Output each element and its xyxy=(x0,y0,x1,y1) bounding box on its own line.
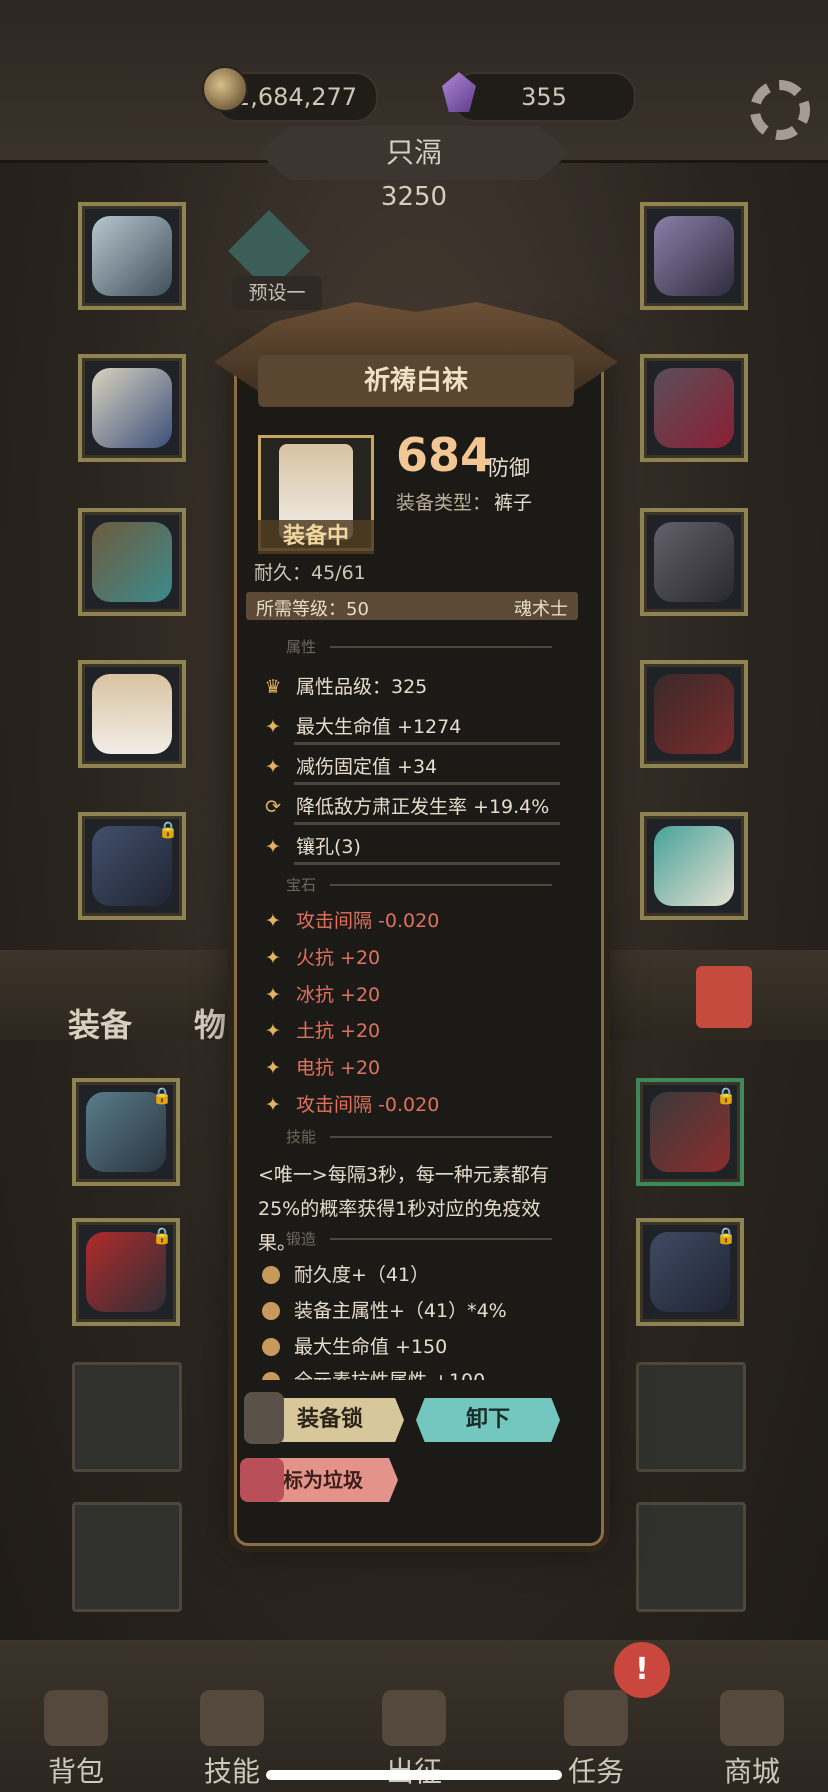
nav-label: 背包 xyxy=(47,1755,104,1788)
unequip-button[interactable]: 卸下 xyxy=(416,1398,560,1442)
forge-row: 全元素抗性属性 +100 xyxy=(262,1366,485,1380)
junk-icon xyxy=(240,1458,284,1502)
nav-backpack[interactable]: 背包 xyxy=(16,1690,136,1790)
lock-icon: 🔒 xyxy=(716,1226,736,1245)
coin-amount: 2,684,277 xyxy=(234,83,358,111)
cycle-icon: ⟳ xyxy=(265,796,281,818)
gem-counter: 355 xyxy=(452,72,636,122)
gear-icon[interactable] xyxy=(750,80,810,140)
attribute-row: ⟳ 降低敌方肃正发生率 +19.4% xyxy=(262,792,560,825)
equipped-tag: 装备中 xyxy=(258,520,374,554)
star-icon: ✦ xyxy=(265,947,281,969)
power-score: 3250 xyxy=(380,182,448,212)
equip-slot-amulet[interactable] xyxy=(640,660,748,768)
gem-row: ✦ 攻击间隔 -0.020 xyxy=(262,906,439,933)
quest-scroll-icon xyxy=(564,1690,628,1746)
quest-alert-badge: ! xyxy=(614,1642,670,1698)
grade-icon: ♛ xyxy=(264,676,282,698)
coin-icon xyxy=(202,66,248,112)
equip-slot-gloves[interactable] xyxy=(78,508,186,616)
attribute-row: ✦ 最大生命值 +1274 xyxy=(262,712,560,745)
lock-icon: 🔒 xyxy=(716,1086,736,1105)
star-icon: ✦ xyxy=(265,984,281,1006)
equip-slot-weapon[interactable] xyxy=(640,202,748,310)
nav-shop[interactable]: 商城 xyxy=(692,1690,812,1790)
attribute-row: ✦ 镶孔(3) xyxy=(262,832,560,865)
shop-icon xyxy=(720,1690,784,1746)
equip-slot-offhand[interactable] xyxy=(640,354,748,462)
star-icon: ✦ xyxy=(265,716,281,738)
backpack-icon xyxy=(44,1690,108,1746)
skill-book-icon xyxy=(200,1690,264,1746)
forge-row: 最大生命值 +150 xyxy=(262,1332,447,1359)
forge-dot-icon xyxy=(262,1338,280,1356)
section-gems: 宝石 xyxy=(286,874,572,896)
lock-icon: 🔒 xyxy=(158,820,178,839)
equip-slot-boots[interactable]: 🔒 xyxy=(78,812,186,920)
nav-label: 商城 xyxy=(723,1755,780,1788)
character-name: 只滆 xyxy=(385,136,442,169)
section-attributes: 属性 xyxy=(286,636,572,658)
required-level: 所需等级：50 xyxy=(256,599,369,620)
sword-icon xyxy=(382,1690,446,1746)
inventory-slot[interactable]: 🔒 xyxy=(72,1218,180,1326)
character-name-plate: 只滆 xyxy=(258,126,570,180)
inventory-slot[interactable]: 🔒 xyxy=(636,1078,744,1186)
section-forge: 锻造 xyxy=(286,1228,572,1250)
trash-icon[interactable] xyxy=(696,966,752,1028)
star-icon: ✦ xyxy=(265,1057,281,1079)
gem-row: ✦ 土抗 +20 xyxy=(262,1016,380,1043)
inventory-slot[interactable]: 🔒 xyxy=(636,1218,744,1326)
required-class: 魂术士 xyxy=(514,599,568,620)
attribute-row: ✦ 减伤固定值 +34 xyxy=(262,752,560,785)
lock-icon: 🔒 xyxy=(152,1226,172,1245)
durability-text: 耐久：45/61 xyxy=(254,562,366,584)
attribute-row: ♛ 属性品级：325 xyxy=(262,672,427,699)
forge-row: 装备主属性+（41）*4% xyxy=(262,1296,507,1323)
home-indicator xyxy=(266,1770,562,1780)
padlock-icon xyxy=(244,1392,284,1444)
star-icon: ✦ xyxy=(265,756,281,778)
requirement-bar: 所需等级：50 魂术士 xyxy=(246,592,578,620)
inventory-slot-empty[interactable] xyxy=(636,1502,746,1612)
item-type-value: 裤子 xyxy=(494,492,533,514)
star-icon: ✦ xyxy=(265,1020,281,1042)
forge-dot-icon xyxy=(262,1302,280,1320)
nav-label: 任务 xyxy=(567,1755,624,1788)
section-skills: 技能 xyxy=(286,1126,572,1148)
gem-row: ✦ 火抗 +20 xyxy=(262,943,380,970)
equip-slot-pants[interactable] xyxy=(78,660,186,768)
equip-slot-armor[interactable] xyxy=(78,354,186,462)
tab-equipment[interactable]: 装备 xyxy=(68,1000,132,1046)
inventory-slot-empty[interactable] xyxy=(636,1362,746,1472)
star-icon: ✦ xyxy=(265,836,281,858)
item-type-label: 装备类型： xyxy=(396,492,492,514)
gem-row: ✦ 攻击间隔 -0.020 xyxy=(262,1090,439,1117)
defense-value: 684 xyxy=(396,428,493,482)
lock-icon: 🔒 xyxy=(152,1086,172,1105)
forge-dot-icon xyxy=(262,1372,280,1380)
preset-button[interactable]: 预设一 xyxy=(232,276,322,310)
gem-row: ✦ 冰抗 +20 xyxy=(262,980,380,1007)
equip-slot-relic[interactable] xyxy=(640,812,748,920)
item-name: 祈祷白袜 xyxy=(258,355,574,407)
equip-slot-ring[interactable] xyxy=(640,508,748,616)
equip-slot-helmet[interactable] xyxy=(78,202,186,310)
inventory-slot[interactable]: 🔒 xyxy=(72,1078,180,1186)
inventory-slot-empty[interactable] xyxy=(72,1362,182,1472)
star-icon: ✦ xyxy=(265,910,281,932)
inventory-slot-empty[interactable] xyxy=(72,1502,182,1612)
defense-unit: 防御 xyxy=(488,456,530,480)
star-icon: ✦ xyxy=(265,1094,281,1116)
nav-label: 技能 xyxy=(203,1755,260,1788)
forge-dot-icon xyxy=(262,1266,280,1284)
forge-row: 耐久度+（41） xyxy=(262,1260,429,1287)
gem-amount: 355 xyxy=(521,83,567,111)
gem-row: ✦ 电抗 +20 xyxy=(262,1053,380,1080)
